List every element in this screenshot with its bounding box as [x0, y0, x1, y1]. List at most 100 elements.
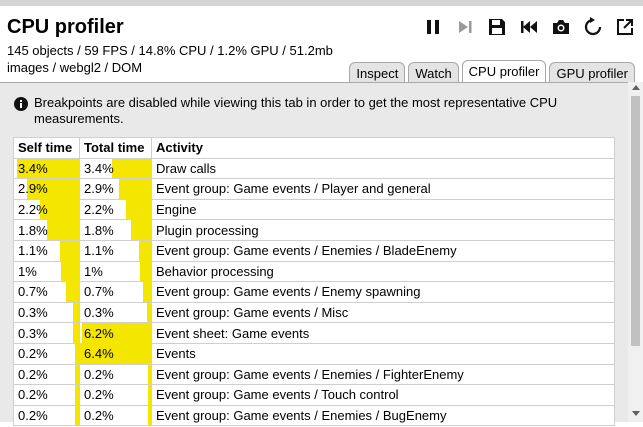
self-time-cell: 1.8% — [13, 219, 80, 241]
panel-scrollbar[interactable] — [628, 82, 643, 422]
table-row[interactable]: 0.3% 0.3% Event group: Game events / Misc — [13, 301, 615, 324]
table-row[interactable]: 0.2% 6.4% Events — [13, 342, 615, 365]
page-title: CPU profiler — [7, 16, 124, 38]
self-time-cell: 0.2% — [13, 404, 80, 427]
total-time-cell-value: 0.2% — [84, 387, 114, 403]
activity-cell: Plugin processing — [151, 219, 615, 241]
column-header-total-time[interactable]: Total time — [79, 137, 152, 159]
total-time-cell-value: 0.2% — [84, 408, 114, 424]
pause-button[interactable] — [421, 15, 445, 39]
self-time-cell: 0.2% — [13, 342, 80, 365]
reload-icon — [584, 17, 602, 36]
screenshot-button[interactable] — [549, 15, 573, 39]
profiler-header: CPU profiler 145 objects / 59 FPS / 14.8… — [0, 6, 643, 85]
camera-icon — [553, 20, 569, 34]
breakpoint-notice: Breakpoints are disabled while viewing t… — [14, 95, 604, 127]
self-time-cell-value: 0.2% — [18, 387, 48, 403]
activity-cell-value: Event group: Game events / Enemies / Fig… — [156, 366, 464, 382]
activity-cell: Draw calls — [151, 157, 615, 180]
toolbar — [421, 15, 637, 39]
total-time-cell: 0.2% — [79, 363, 152, 386]
table-row[interactable]: 3.4% 3.4% Draw calls — [13, 157, 615, 180]
activity-cell-value: Event group: Game events / Enemies / Bug… — [156, 408, 447, 424]
activity-cell-value: Event sheet: Game events — [156, 325, 310, 341]
step-button[interactable] — [453, 15, 477, 39]
self-time-cell-value: 1.8% — [18, 222, 48, 238]
self-time-cell-value: 2.2% — [18, 202, 48, 218]
total-time-cell-bar — [138, 240, 151, 261]
save-button[interactable] — [485, 15, 509, 39]
self-time-cell: 0.7% — [13, 281, 80, 303]
total-time-cell-value: 0.7% — [84, 284, 114, 300]
total-time-cell-value: 1.8% — [84, 222, 114, 238]
total-time-cell: 6.4% — [79, 342, 152, 365]
stats-line-renderer: images / webgl2 / DOM — [7, 60, 143, 75]
reload-button[interactable] — [581, 15, 605, 39]
table-row[interactable]: 0.2% 0.2% Event group: Game events / Touch… — [13, 384, 615, 406]
activity-cell-value: Event group: Game events / Enemy spawnin… — [156, 284, 421, 300]
self-time-cell-value: 2.9% — [18, 181, 48, 197]
activity-cell: Event group: Game events / Enemies / Fig… — [151, 363, 615, 386]
column-header-self-time[interactable]: Self time — [13, 137, 80, 159]
table-row[interactable]: 0.7% 0.7% Event group: Game events / Enemy… — [13, 281, 615, 303]
self-time-cell-value: 0.7% — [18, 284, 48, 300]
self-time-cell-bar — [73, 302, 79, 323]
total-time-cell-value: 2.2% — [84, 202, 114, 218]
pause-icon — [427, 20, 439, 34]
self-time-cell-bar — [66, 282, 79, 302]
activity-cell: Events — [151, 342, 615, 365]
table-row[interactable]: 1.1% 1.1% Event group: Game events / Enemi… — [13, 239, 615, 262]
total-time-cell-value: 0.2% — [84, 366, 114, 382]
activity-cell-value: Behavior processing — [156, 263, 274, 279]
self-time-cell-value: 0.2% — [18, 366, 48, 382]
notice-text: Breakpoints are disabled while viewing t… — [34, 95, 558, 126]
table-header-row: Self time Total time Activity — [13, 137, 615, 159]
activity-cell: Event group: Game events / Player and ge… — [151, 178, 615, 200]
total-time-cell-value: 1% — [84, 263, 103, 279]
table-row[interactable]: 0.2% 0.2% Event group: Game events / Enemi… — [13, 404, 615, 427]
save-icon — [489, 19, 505, 35]
restart-icon — [521, 21, 537, 33]
activity-cell: Engine — [151, 198, 615, 221]
cpu-profiler-panel: Breakpoints are disabled while viewing t… — [0, 82, 643, 427]
activity-cell: Event group: Game events / Enemies / Bla… — [151, 239, 615, 262]
scroll-down-arrow-icon[interactable] — [632, 411, 640, 416]
activity-cell: Behavior processing — [151, 260, 615, 283]
activity-cell-value: Events — [156, 346, 196, 362]
table-row[interactable]: 1% 1% Behavior processing — [13, 260, 615, 283]
table-row[interactable]: 0.3% 6.2% Event sheet: Game events — [13, 322, 615, 344]
column-header-activity[interactable]: Activity — [151, 137, 615, 159]
scrollbar-thumb[interactable] — [631, 96, 640, 346]
table-row[interactable]: 2.2% 2.2% Engine — [13, 198, 615, 221]
self-time-cell-bar — [75, 385, 79, 405]
total-time-cell: 1.8% — [79, 219, 152, 241]
profiler-table-container: Self time Total time Activity 3.4% 3.4% Dr… — [13, 137, 615, 427]
total-time-cell: 0.3% — [79, 301, 152, 324]
self-time-cell-bar — [59, 240, 79, 261]
self-time-cell: 0.2% — [13, 384, 80, 406]
activity-cell-value: Event group: Game events / Touch control — [156, 387, 399, 403]
popout-button[interactable] — [613, 15, 637, 39]
self-time-cell-value: 0.3% — [18, 325, 48, 341]
total-time-cell: 2.9% — [79, 178, 152, 200]
popout-icon — [617, 19, 633, 35]
self-time-cell-bar — [60, 261, 79, 282]
total-time-cell-bar — [131, 220, 151, 240]
self-time-cell: 0.3% — [13, 301, 80, 324]
self-time-cell: 3.4% — [13, 157, 80, 180]
table-row[interactable]: 0.2% 0.2% Event group: Game events / Enemi… — [13, 363, 615, 386]
activity-cell: Event group: Game events / Enemy spawnin… — [151, 281, 615, 303]
restart-button[interactable] — [517, 15, 541, 39]
stats-readout: 145 objects / 59 FPS / 14.8% CPU / 1.2% … — [7, 42, 333, 76]
table-row[interactable]: 1.8% 1.8% Plugin processing — [13, 219, 615, 241]
self-time-cell: 1.1% — [13, 239, 80, 262]
activity-cell: Event group: Game events / Misc — [151, 301, 615, 324]
activity-cell-value: Draw calls — [156, 160, 216, 176]
total-time-cell-bar — [143, 282, 151, 302]
self-time-cell: 1% — [13, 260, 80, 283]
table-row[interactable]: 2.9% 2.9% Event group: Game events / Playe… — [13, 178, 615, 200]
total-time-cell: 0.7% — [79, 281, 152, 303]
total-time-cell-value: 6.4% — [84, 346, 114, 362]
activity-cell-value: Engine — [156, 202, 197, 218]
scroll-up-arrow-icon[interactable] — [632, 85, 640, 90]
